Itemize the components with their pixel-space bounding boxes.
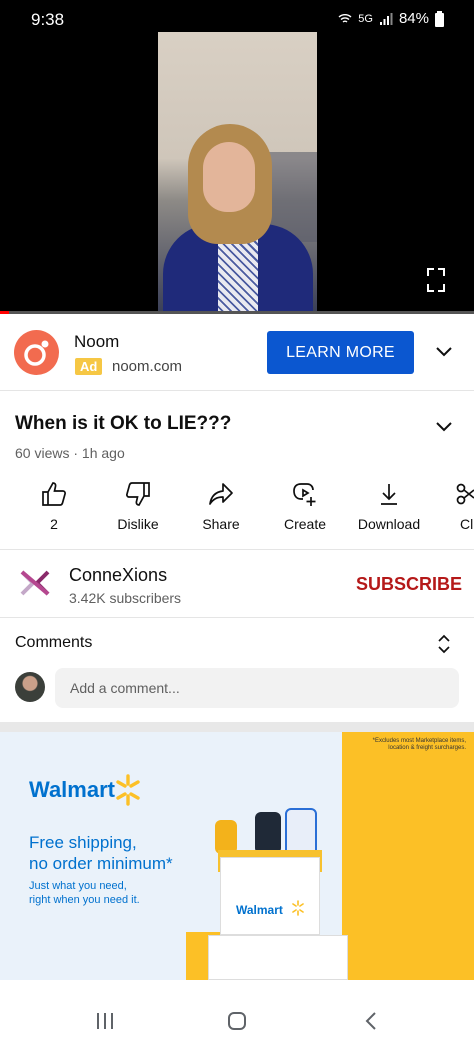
dislike-button[interactable]: Dislike: [93, 476, 183, 548]
create-icon: [293, 483, 316, 506]
ad-badge: Ad: [75, 358, 103, 375]
wifi-icon: [338, 13, 352, 23]
share-icon: [209, 483, 233, 505]
network-type: 5G: [358, 12, 373, 25]
clip-icon: [456, 483, 474, 505]
signal-icon: [379, 12, 393, 25]
ad-fine-print: *Excludes most Marketplace items, locati…: [372, 738, 466, 751]
ad-headline: Free shipping, no order minimum*: [29, 832, 173, 874]
video-person-shirt: [218, 232, 258, 313]
ad-domain[interactable]: noom.com: [112, 358, 182, 375]
recents-icon[interactable]: [95, 1011, 115, 1031]
status-bar: 9:38 5G 84%: [0, 0, 474, 38]
ad-headline-line-2: no order minimum*: [29, 854, 173, 873]
divider: [0, 549, 474, 550]
learn-more-button[interactable]: LEARN MORE: [267, 331, 414, 374]
share-button[interactable]: Share: [176, 476, 266, 548]
section-separator: [0, 722, 474, 732]
channel-name[interactable]: ConneXions: [69, 565, 167, 586]
ad-advertiser-name[interactable]: Noom: [74, 332, 119, 352]
ad-product-detergent: [285, 808, 317, 856]
like-button[interactable]: 2: [9, 476, 99, 548]
home-icon[interactable]: [227, 1011, 247, 1031]
ad-box-base: [208, 935, 348, 980]
divider: [0, 617, 474, 618]
ad-yellow-panel: [342, 732, 474, 980]
add-comment-input[interactable]: [55, 668, 459, 708]
ad-box-spark-icon: [292, 900, 304, 916]
walmart-logo: Walmart: [29, 777, 115, 802]
description-expand-icon[interactable]: [435, 421, 453, 433]
channel-subscribers: 3.42K subscribers: [69, 590, 182, 606]
channel-logo-icon[interactable]: [18, 568, 52, 598]
video-player[interactable]: [0, 0, 474, 314]
ad-subtext: Just what you need, right when you need …: [29, 879, 140, 907]
dislike-label: Dislike: [117, 516, 159, 532]
thumbs-up-icon: [42, 482, 66, 506]
thumbs-down-icon: [126, 482, 150, 506]
video-person-face: [203, 142, 255, 212]
walmart-spark-icon: [116, 774, 140, 806]
battery-percent: 84%: [398, 10, 429, 27]
chevron-down-icon[interactable]: [435, 346, 453, 358]
video-title[interactable]: When is it OK to LIE???: [15, 413, 231, 435]
battery-icon: [435, 10, 444, 27]
walmart-banner-ad[interactable]: *Excludes most Marketplace items, locati…: [0, 732, 474, 980]
status-indicators: 5G 84%: [338, 10, 444, 27]
download-icon: [381, 484, 397, 505]
ad-box-logo: Walmart: [236, 903, 283, 917]
promoted-ad[interactable]: Noom Ad noom.com LEARN MORE: [0, 314, 474, 391]
action-bar: 2 Dislike Share Create Download Cl: [0, 476, 474, 548]
ad-headline-line-1: Free shipping,: [29, 833, 137, 852]
ad-subtext-line-2: right when you need it.: [29, 894, 140, 906]
comments-title[interactable]: Comments: [15, 634, 92, 652]
ad-box: [220, 857, 320, 935]
ad-product-razors: [255, 812, 281, 854]
status-time: 9:38: [31, 10, 65, 29]
expand-collapse-icon[interactable]: [436, 633, 452, 655]
subscribe-button[interactable]: SUBSCRIBE: [356, 574, 462, 595]
ad-subtext-line-1: Just what you need,: [29, 880, 127, 892]
noom-logo-icon[interactable]: [14, 330, 59, 375]
video-frame[interactable]: [158, 32, 317, 313]
download-button[interactable]: Download: [344, 476, 434, 548]
ad-product-bottle: [215, 820, 237, 854]
fullscreen-icon[interactable]: [427, 268, 445, 292]
user-avatar: [15, 672, 45, 702]
system-nav-bar: [0, 993, 474, 1053]
create-label: Create: [283, 516, 327, 532]
share-label: Share: [202, 516, 240, 532]
video-meta[interactable]: 60 views · 1h ago: [15, 445, 125, 461]
create-button[interactable]: Create: [260, 476, 350, 548]
download-label: Download: [357, 516, 421, 532]
clip-label: Cl: [460, 516, 474, 532]
clip-button[interactable]: Cl: [428, 476, 474, 548]
back-icon[interactable]: [362, 1011, 382, 1031]
like-count: 2: [50, 516, 58, 532]
